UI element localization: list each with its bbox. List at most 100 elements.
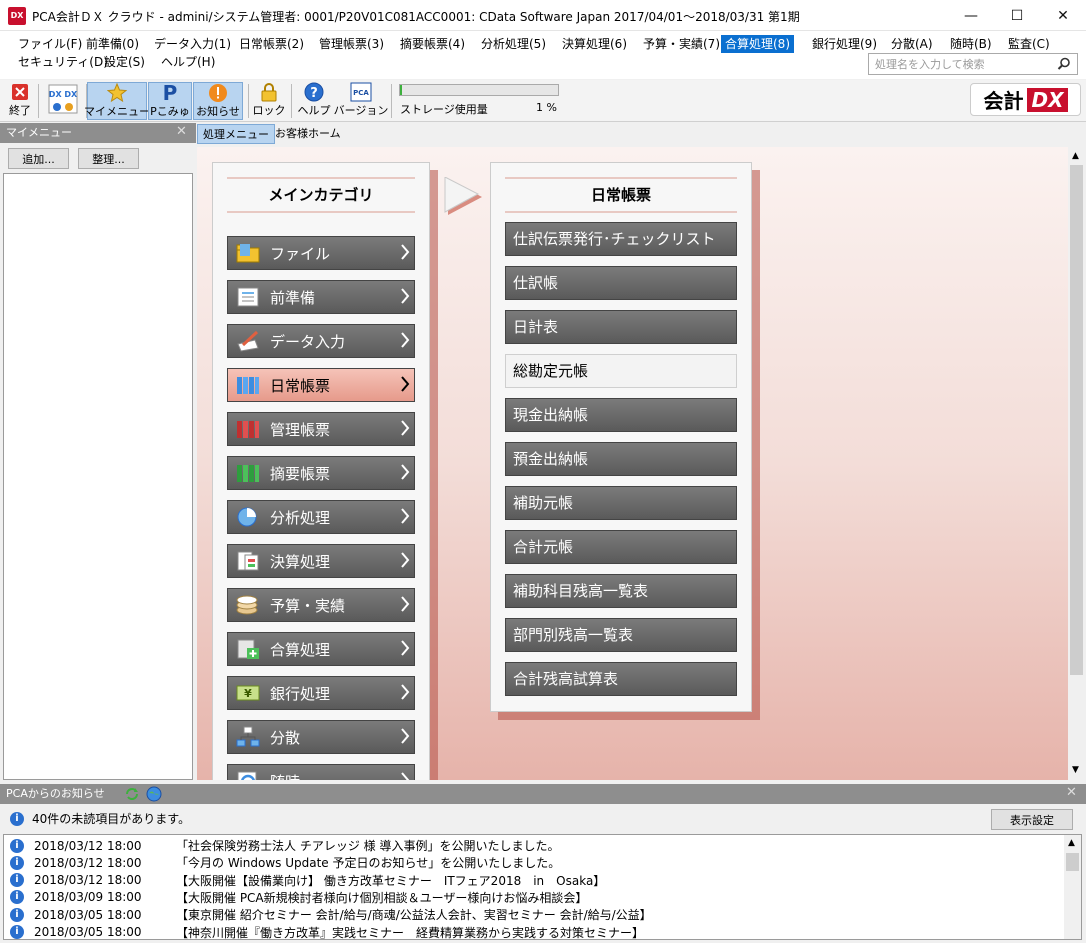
menu-item-13[interactable]: 監査(C) [1004, 35, 1054, 53]
close-button[interactable]: ✕ [1040, 0, 1086, 31]
minimize-button[interactable]: — [948, 0, 994, 31]
menu-item-12[interactable]: 随時(B) [946, 35, 996, 53]
menu-item-0[interactable]: ファイル(F) [14, 35, 86, 53]
menu-item-row2-1[interactable]: 設定(S) [100, 53, 149, 71]
search-input[interactable] [869, 54, 1049, 74]
display-settings-button[interactable]: 表示設定 [991, 809, 1073, 830]
exit-icon [9, 82, 31, 102]
report-button-8[interactable]: 補助科目残高一覧表 [505, 574, 737, 608]
report-button-6[interactable]: 補助元帳 [505, 486, 737, 520]
scroll-up-icon[interactable]: ▲ [1072, 151, 1079, 161]
notice-button[interactable]: お知らせ [193, 82, 243, 120]
budget-icon [234, 593, 262, 617]
category-button-0[interactable]: ファイル [227, 236, 415, 270]
scroll-thumb[interactable] [1066, 853, 1079, 871]
maximize-button[interactable]: ☐ [994, 0, 1040, 31]
globe-icon[interactable] [146, 786, 162, 802]
main-vertical-scrollbar[interactable]: ▲ ▼ [1068, 147, 1085, 780]
menu-item-1[interactable]: 前準備(0) [82, 35, 143, 53]
lock-button[interactable]: ロック [253, 82, 286, 120]
pca-dx-menu-button[interactable]: DX DX [44, 82, 82, 120]
notice-row[interactable]: i 2018/03/12 18:00 【大阪開催【設備業向け】 働き方改革セミナー … [10, 872, 605, 889]
category-button-7[interactable]: 決算処理 [227, 544, 415, 578]
scroll-up-icon[interactable]: ▲ [1068, 838, 1075, 848]
category-button-11[interactable]: 分散 [227, 720, 415, 754]
menu-item-3[interactable]: 日常帳票(2) [235, 35, 308, 53]
version-button[interactable]: PCA バージョン [334, 82, 388, 120]
category-label: 予算・実績 [270, 596, 346, 615]
scroll-thumb[interactable] [1070, 165, 1083, 675]
notice-row[interactable]: i 2018/03/12 18:00 「社会保険労務士法人 チアレッジ 様 導入事例… [10, 837, 559, 854]
notice-summary: i 40件の未読項目があります。 [10, 810, 190, 827]
menu-item-7[interactable]: 決算処理(6) [558, 35, 631, 53]
category-label: 摘要帳票 [270, 464, 331, 483]
category-button-9[interactable]: 合算処理 [227, 632, 415, 666]
toolbar-separator [391, 84, 392, 118]
category-button-6[interactable]: 分析処理 [227, 500, 415, 534]
report-button-1[interactable]: 仕訳帳 [505, 266, 737, 300]
category-button-2[interactable]: データ入力 [227, 324, 415, 358]
menu-item-row2-0[interactable]: セキュリティ(D) [14, 53, 112, 71]
notice-vertical-scrollbar[interactable]: ▲ [1064, 835, 1081, 939]
help-button[interactable]: ? ヘルプ [296, 82, 332, 120]
mymenu-close-icon[interactable]: ✕ [176, 124, 187, 139]
category-button-8[interactable]: 予算・実績 [227, 588, 415, 622]
notice-row[interactable]: i 2018/03/12 18:00 「今月の Windows Update 予定日… [10, 854, 560, 871]
report-button-7[interactable]: 合計元帳 [505, 530, 737, 564]
window-title: PCA会計ＤＸ クラウド - admini/システム管理者: 0001/P20V… [32, 10, 800, 24]
info-icon: i [10, 838, 24, 853]
category-label: 分散 [270, 728, 301, 747]
kaikei-dx-logo: 会計 DX [970, 83, 1081, 116]
menu-item-10[interactable]: 銀行処理(9) [808, 35, 881, 53]
analysis-icon [234, 505, 262, 529]
report-button-2[interactable]: 日計表 [505, 310, 737, 344]
category-button-1[interactable]: 前準備 [227, 280, 415, 314]
report-button-4[interactable]: 現金出納帳 [505, 398, 737, 432]
report-button-0[interactable]: 仕訳伝票発行･チェックリスト [505, 222, 737, 256]
notice-row[interactable]: i 2018/03/05 18:00 【神奈川開催『働き方改革』実践セミナー 経費精… [10, 924, 644, 939]
notice-row[interactable]: i 2018/03/05 18:00 【東京開催 紹介セミナー 会計/給与/商魂/公… [10, 906, 652, 923]
chevron-right-icon [400, 507, 410, 529]
report-button-9[interactable]: 部門別残高一覧表 [505, 618, 737, 652]
category-label: 前準備 [270, 288, 316, 307]
category-button-12[interactable]: 随時 [227, 764, 415, 780]
pca-version-icon: PCA [350, 82, 372, 102]
report-button-3[interactable]: 総勘定元帳 [505, 354, 737, 388]
menu-item-4[interactable]: 管理帳票(3) [315, 35, 388, 53]
category-button-4[interactable]: 管理帳票 [227, 412, 415, 446]
anytime-icon [234, 769, 262, 780]
mymenu-list[interactable] [3, 173, 193, 780]
exit-button[interactable]: 終了 [6, 82, 34, 120]
scroll-down-icon[interactable]: ▼ [1072, 765, 1079, 775]
mymenu-button[interactable]: マイメニュー [84, 82, 150, 120]
report-button-5[interactable]: 預金出納帳 [505, 442, 737, 476]
notice-list[interactable]: i 2018/03/12 18:00 「社会保険労務士法人 チアレッジ 様 導入事例… [3, 834, 1082, 940]
alert-icon [207, 83, 229, 103]
tab-customer-home[interactable]: お客様ホーム [270, 124, 346, 144]
search-box[interactable] [868, 53, 1078, 75]
add-button[interactable]: 追加... [8, 148, 69, 169]
tab-process-menu[interactable]: 処理メニュー [197, 124, 275, 144]
notice-row[interactable]: i 2018/03/09 18:00 【大阪開催 PCA新規検討者様向け個別相談＆ユ… [10, 889, 587, 906]
pcomyu-button[interactable]: P Pこみゅ [148, 81, 192, 120]
notice-close-icon[interactable]: ✕ [1066, 785, 1077, 800]
menu-item-2[interactable]: データ入力(1) [150, 35, 235, 53]
notice-title: 「社会保険労務士法人 チアレッジ 様 導入事例」を公開いたしました。 [176, 839, 560, 853]
report-button-10[interactable]: 合計残高試算表 [505, 662, 737, 696]
category-button-3[interactable]: 日常帳票 [227, 368, 415, 402]
search-icon[interactable] [1057, 57, 1071, 71]
menu-item-6[interactable]: 分析処理(5) [477, 35, 550, 53]
menu-item-11[interactable]: 分散(A) [887, 35, 937, 53]
refresh-icon[interactable] [124, 786, 140, 802]
menu-item-row2-2[interactable]: ヘルプ(H) [157, 53, 219, 71]
menu-item-9[interactable]: 合算処理(8) [721, 35, 794, 53]
category-button-10[interactable]: ¥ 銀行処理 [227, 676, 415, 710]
menu-item-8[interactable]: 予算・実績(7) [639, 35, 724, 53]
category-button-5[interactable]: 摘要帳票 [227, 456, 415, 490]
distribution-icon [234, 725, 262, 749]
svg-text:¥: ¥ [244, 687, 252, 700]
settlement-icon [234, 549, 262, 573]
menu-item-5[interactable]: 摘要帳票(4) [396, 35, 469, 53]
organize-button[interactable]: 整理... [78, 148, 139, 169]
storage-progress-bar [399, 84, 559, 96]
